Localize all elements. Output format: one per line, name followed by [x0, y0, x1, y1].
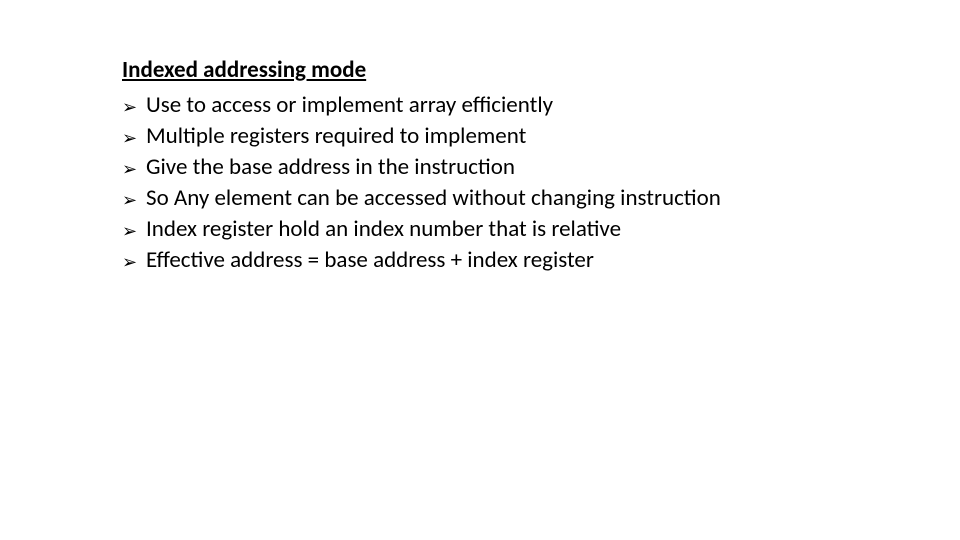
list-item: ➢ So Any element can be accessed without…	[122, 183, 960, 214]
list-item: ➢ Give the base address in the instructi…	[122, 152, 960, 183]
arrow-right-icon: ➢	[122, 222, 146, 240]
arrow-right-icon: ➢	[122, 253, 146, 271]
bullet-text: Multiple registers required to implement	[146, 121, 526, 152]
bullet-text: Index register hold an index number that…	[146, 214, 621, 245]
bullet-text: Give the base address in the instruction	[146, 152, 515, 183]
slide: Indexed addressing mode ➢ Use to access …	[0, 0, 960, 540]
bullet-text: Use to access or implement array efficie…	[146, 90, 553, 121]
arrow-right-icon: ➢	[122, 191, 146, 209]
list-item: ➢ Effective address = base address + ind…	[122, 245, 960, 276]
list-item: ➢ Multiple registers required to impleme…	[122, 121, 960, 152]
arrow-right-icon: ➢	[122, 98, 146, 116]
bullet-list: ➢ Use to access or implement array effic…	[122, 90, 960, 276]
section-heading: Indexed addressing mode	[122, 55, 960, 86]
arrow-right-icon: ➢	[122, 129, 146, 147]
bullet-text: So Any element can be accessed without c…	[146, 183, 721, 214]
list-item: ➢ Use to access or implement array effic…	[122, 90, 960, 121]
arrow-right-icon: ➢	[122, 160, 146, 178]
list-item: ➢ Index register hold an index number th…	[122, 214, 960, 245]
bullet-text: Effective address = base address + index…	[146, 245, 594, 276]
